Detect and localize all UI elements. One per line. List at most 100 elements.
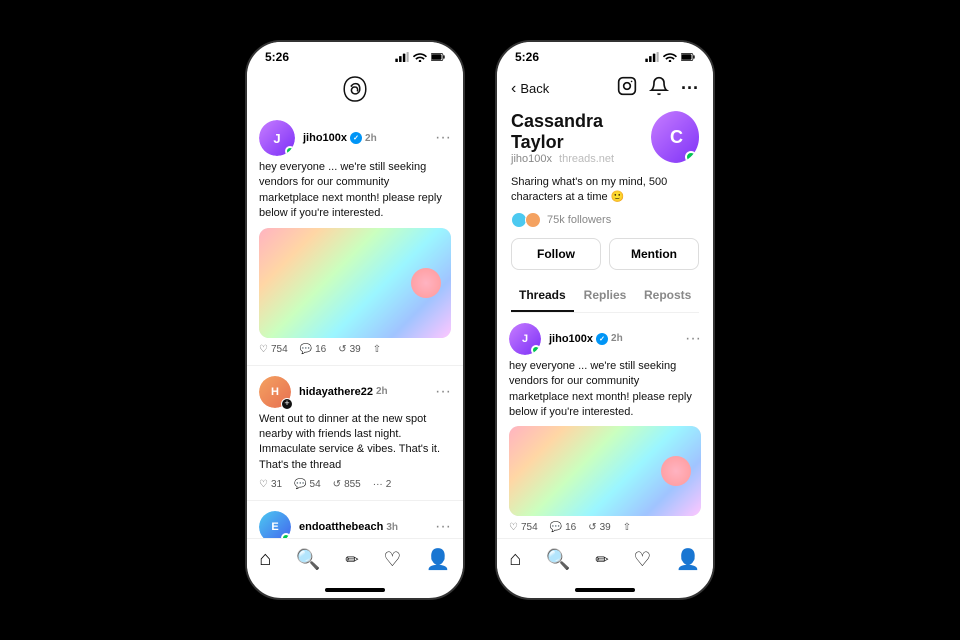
- mention-button[interactable]: Mention: [609, 238, 699, 270]
- share-icon-p1: ⇧: [623, 522, 631, 533]
- heart-icon-1: ♡: [259, 344, 268, 355]
- chevron-left-icon: ‹: [511, 80, 516, 98]
- profile-header: ‹ Back ···: [497, 68, 713, 313]
- profile-post-1: J jiho100x ✓ 2h ··· hey everyone ... we'…: [497, 313, 713, 538]
- avatar-jiho100x-1: J: [259, 120, 295, 156]
- profile-post-text-1: hey everyone ... we're still seeking ven…: [509, 359, 701, 421]
- replies-1[interactable]: 💬 16: [300, 344, 327, 355]
- post-meta-2: hidayathere22 2h: [299, 386, 427, 398]
- profile-nav: ‹ Back ···: [511, 76, 699, 101]
- more-icon-3[interactable]: ···: [435, 518, 451, 536]
- post-actions-1: ♡ 754 💬 16 ↺ 39 ⇧: [259, 344, 451, 355]
- post-username-3: endoatthebeach 3h: [299, 521, 427, 533]
- nav-likes-2[interactable]: ♡: [633, 547, 651, 572]
- avatar-hidaya: H +: [259, 376, 291, 408]
- profile-likes-1[interactable]: ♡ 754: [509, 522, 538, 533]
- post-text-1: hey everyone ... we're still seeking ven…: [259, 160, 451, 222]
- post-1: J jiho100x ✓ 2h ··· hey everyone ... we'…: [247, 110, 463, 366]
- feed-1: J jiho100x ✓ 2h ··· hey everyone ... we'…: [247, 110, 463, 538]
- signal-icon: [395, 52, 409, 62]
- extra-2[interactable]: ··· 2: [373, 479, 392, 490]
- profile-handle: jiho100x threads.net: [511, 153, 651, 165]
- share-1[interactable]: ⇧: [373, 344, 381, 355]
- app-header-1: [247, 68, 463, 110]
- nav-likes-1[interactable]: ♡: [383, 547, 401, 572]
- profile-replies-1[interactable]: 💬 16: [550, 522, 577, 533]
- more-icon-p1[interactable]: ···: [685, 330, 701, 348]
- nav-home-2[interactable]: ⌂: [509, 548, 521, 571]
- verified-icon-p1: ✓: [596, 333, 608, 345]
- wifi-icon-2: [663, 52, 677, 62]
- repost-icon-p1: ↺: [588, 522, 596, 533]
- post-meta-3: endoatthebeach 3h: [299, 521, 427, 533]
- more-dots-icon[interactable]: ···: [681, 78, 699, 99]
- nav-profile-2[interactable]: 👤: [676, 547, 701, 572]
- profile-feed: J jiho100x ✓ 2h ··· hey everyone ... we'…: [497, 313, 713, 538]
- post-username-2: hidayathere22 2h: [299, 386, 427, 398]
- signal-icon-2: [645, 52, 659, 62]
- profile-post-image-1: [509, 426, 701, 516]
- post-image-1: [259, 228, 451, 338]
- bottom-nav-1: ⌂ 🔍 ✏ ♡ 👤: [247, 538, 463, 584]
- profile-avatar: C: [651, 111, 699, 163]
- status-icons-2: [645, 52, 695, 62]
- profile-reposts-1[interactable]: ↺ 39: [588, 522, 611, 533]
- reposts-1[interactable]: ↺ 39: [338, 344, 361, 355]
- nav-profile-1[interactable]: 👤: [426, 547, 451, 572]
- dot-icon-2: ···: [373, 479, 383, 490]
- status-bar-2: 5:26: [497, 42, 713, 68]
- likes-2[interactable]: ♡ 31: [259, 479, 282, 490]
- tab-replies[interactable]: Replies: [574, 280, 637, 312]
- phone-feed: 5:26: [245, 40, 465, 600]
- profile-name: Cassandra Taylor: [511, 111, 651, 153]
- post-3: E endoatthebeach 3h ··· do u ever get pi…: [247, 501, 463, 538]
- share-icon-1: ⇧: [373, 344, 381, 355]
- profile-actions: Follow Mention: [511, 238, 699, 270]
- heart-icon-2: ♡: [259, 479, 268, 490]
- profile-followers: 75k followers: [511, 212, 699, 228]
- post-username-1: jiho100x ✓ 2h: [303, 132, 427, 144]
- wifi-icon: [413, 52, 427, 62]
- more-icon-1[interactable]: ···: [435, 129, 451, 147]
- profile-share-1[interactable]: ⇧: [623, 522, 631, 533]
- online-dot-3: [281, 533, 291, 538]
- verified-icon-1: ✓: [350, 132, 362, 144]
- status-icons-1: [395, 52, 445, 62]
- post-actions-2: ♡ 31 💬 54 ↺ 855 ··· 2: [259, 479, 451, 490]
- nav-search-1[interactable]: 🔍: [296, 547, 321, 572]
- tab-threads[interactable]: Threads: [511, 280, 574, 312]
- post-2: H + hidayathere22 2h ··· Went out to din…: [247, 366, 463, 502]
- add-icon[interactable]: +: [281, 398, 293, 410]
- more-icon-2[interactable]: ···: [435, 383, 451, 401]
- profile-post-avatar-1: J: [509, 323, 541, 355]
- battery-icon: [431, 52, 445, 62]
- profile-info: Cassandra Taylor jiho100x threads.net C: [511, 111, 699, 169]
- repost-icon-2: ↺: [333, 479, 341, 490]
- battery-icon-2: [681, 52, 695, 62]
- instagram-icon[interactable]: [617, 76, 637, 101]
- nav-compose-1[interactable]: ✏: [345, 550, 358, 570]
- nav-compose-2[interactable]: ✏: [595, 550, 608, 570]
- time-2: 5:26: [515, 50, 539, 64]
- replies-2[interactable]: 💬 54: [294, 479, 321, 490]
- likes-1[interactable]: ♡ 754: [259, 344, 288, 355]
- back-button[interactable]: ‹ Back: [511, 80, 549, 98]
- reposts-2[interactable]: ↺ 855: [333, 479, 361, 490]
- post-text-2: Went out to dinner at the new spot nearb…: [259, 412, 451, 474]
- nav-home-1[interactable]: ⌂: [259, 548, 271, 571]
- profile-post-actions-1: ♡ 754 💬 16 ↺ 39 ⇧: [509, 522, 701, 533]
- profile-post-meta-1: jiho100x ✓ 2h: [549, 333, 677, 345]
- threads-logo-1: [340, 74, 370, 104]
- reply-icon-1: 💬: [300, 344, 312, 355]
- profile-online-dot: [685, 151, 697, 163]
- nav-search-2[interactable]: 🔍: [546, 547, 571, 572]
- profile-nav-icons: ···: [617, 76, 699, 101]
- avatar-endo: E: [259, 511, 291, 538]
- tab-reposts[interactable]: Reposts: [636, 280, 699, 312]
- post-meta-1: jiho100x ✓ 2h: [303, 132, 427, 144]
- time-1: 5:26: [265, 50, 289, 64]
- notification-icon[interactable]: [649, 76, 669, 101]
- phone-profile: 5:26 ‹ Back: [495, 40, 715, 600]
- home-indicator-1: [325, 588, 385, 592]
- follow-button[interactable]: Follow: [511, 238, 601, 270]
